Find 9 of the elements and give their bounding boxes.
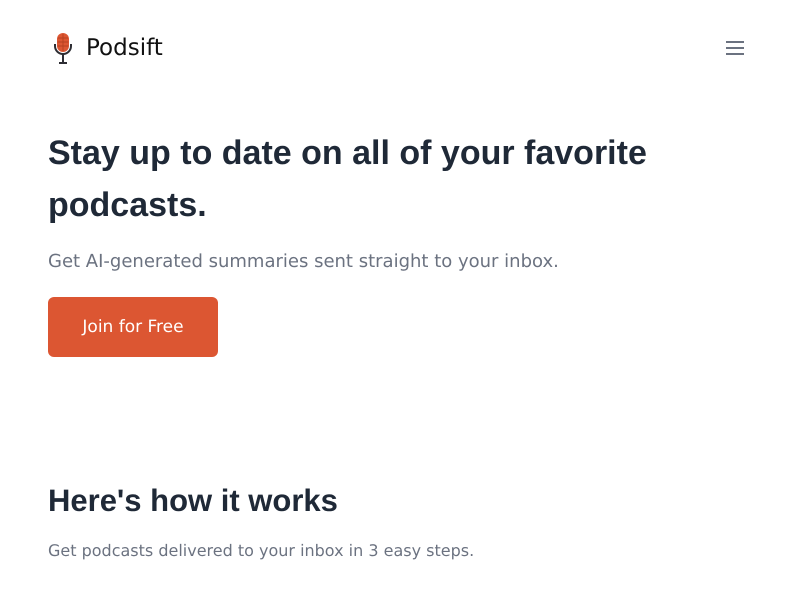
- section-subtitle: Get podcasts delivered to your inbox in 3 easy steps.: [48, 540, 476, 562]
- hero-title: Stay up to date on all of your favorite podcasts.: [48, 133, 648, 226]
- menu-icon: [726, 41, 744, 55]
- brand-logo-link[interactable]: Podsift: [48, 32, 163, 64]
- section-title: Here's how it works: [48, 483, 339, 519]
- join-button[interactable]: Join for Free: [48, 297, 218, 357]
- brand-name: Podsift: [86, 35, 163, 61]
- hero-subtitle: Get AI-generated summaries sent straight to your inbox.: [48, 250, 560, 274]
- microphone-icon: [54, 32, 72, 64]
